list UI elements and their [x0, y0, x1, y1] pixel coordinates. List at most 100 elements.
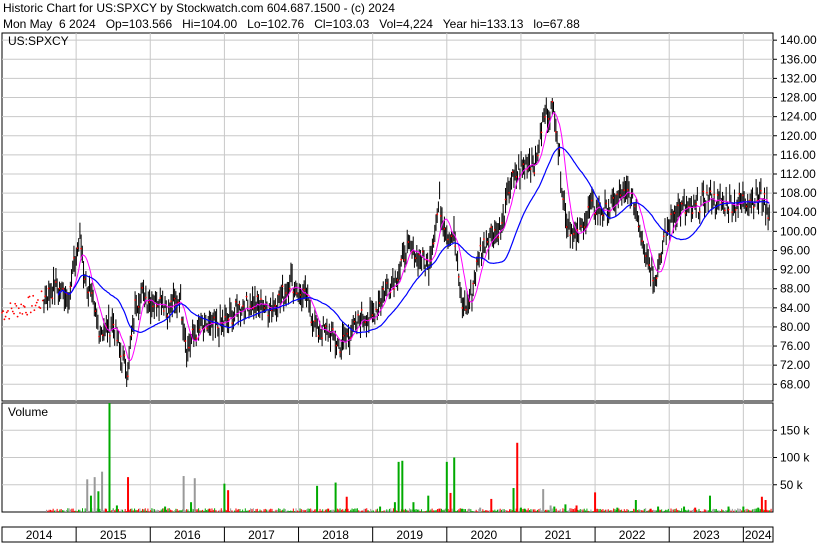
price-close-dot [393, 288, 395, 291]
price-close-dot [267, 314, 270, 317]
volume-bar-up [393, 502, 396, 512]
price-close-dot [296, 292, 298, 295]
price-point [41, 299, 44, 302]
volume-bar-up [379, 506, 382, 512]
price-close-dot [331, 328, 334, 330]
volume-bar-down [208, 508, 211, 512]
volume-bar-flat [549, 505, 552, 512]
volume-bar-flat [101, 471, 104, 512]
price-close-dot [565, 226, 568, 228]
price-close-dot [148, 301, 151, 304]
price-close-dot [292, 291, 295, 294]
volume-bar-down [575, 505, 578, 512]
price-close-dot [346, 332, 349, 335]
price-close-dot [731, 211, 734, 214]
volume-bar-up [190, 502, 193, 512]
volume-bar-up [564, 504, 567, 512]
volume-bar-up [460, 508, 463, 512]
price-point [5, 311, 8, 314]
price-close-dot [385, 282, 388, 284]
x-tick-label: 2014 [26, 528, 53, 542]
price-close-dot [238, 303, 241, 306]
price-close-dot [188, 346, 190, 349]
volume-bar-down [227, 490, 230, 512]
price-close-dot [767, 217, 769, 220]
price-close-dot [634, 205, 636, 208]
price-y-tick-label: 140.00 [780, 33, 817, 47]
price-close-dot [666, 230, 669, 233]
price-point [11, 310, 14, 313]
price-close-dot [184, 340, 187, 342]
price-close-dot [572, 233, 575, 235]
volume-bar-down [764, 500, 767, 512]
price-point [31, 305, 33, 307]
price-close-dot [439, 215, 442, 217]
chart-canvas: 2014 2015 2016 2017 2018 2019 2020 2021 2022 2023… [1, 32, 817, 543]
price-close-dot [490, 226, 493, 229]
price-close-dot [436, 213, 439, 216]
moving-average-layer [57, 111, 770, 362]
price-close-dot [569, 234, 572, 237]
price-close-dot [504, 198, 507, 201]
price-close-dot [443, 227, 446, 230]
price-close-dot [724, 209, 726, 212]
price-y-tick-label: 112.00 [780, 167, 816, 181]
price-y-tick-label: 80.00 [780, 320, 810, 334]
volume-bar-up [742, 506, 745, 512]
price-close-dot [314, 320, 316, 322]
price-close-dot [583, 226, 586, 228]
price-close-dot [242, 305, 244, 307]
price-close-dot [166, 315, 169, 317]
price-close-dot [637, 225, 640, 228]
price-close-dot [170, 300, 172, 303]
price-close-dot [612, 197, 615, 199]
price-close-dot [216, 326, 219, 329]
price-point [13, 312, 15, 315]
volume-bar-down [594, 492, 597, 512]
price-point [32, 294, 35, 297]
price-close-dot [400, 258, 403, 261]
price-close-dot [378, 302, 381, 304]
price-close-dot [623, 189, 626, 192]
price-y-tick-label: 76.00 [780, 339, 810, 353]
x-tick-label: 2016 [174, 528, 201, 542]
volume-bar-down [345, 496, 348, 512]
price-close-dot [605, 202, 608, 205]
price-close-dot [396, 279, 399, 281]
price-close-dot [684, 212, 687, 214]
price-y-tick-label: 68.00 [780, 377, 810, 391]
price-close-dot [69, 285, 72, 288]
price-close-dot [206, 327, 208, 330]
price-close-dot [339, 351, 341, 354]
price-close-dot [274, 304, 277, 307]
price-close-dot [180, 318, 183, 321]
price-close-dot [119, 355, 122, 358]
price-close-dot [590, 199, 593, 202]
price-point [3, 318, 6, 321]
volume-bar-down [490, 498, 493, 512]
price-close-dot [278, 293, 280, 296]
price-close-dot [224, 315, 226, 318]
price-close-dot [475, 260, 478, 263]
volume-bar-up [334, 482, 337, 512]
price-close-dot [364, 321, 367, 324]
price-close-dot [288, 287, 291, 290]
price-close-dot [501, 222, 503, 224]
price-close-dot [691, 212, 694, 215]
price-close-dot [101, 334, 104, 337]
price-close-dot [83, 278, 86, 281]
volume-bar-up [657, 506, 660, 512]
price-close-dot [698, 211, 701, 213]
price-close-dot [317, 335, 320, 337]
price-close-dot [734, 209, 737, 211]
price-close-dot [375, 308, 377, 311]
price-point [25, 311, 27, 314]
price-point [16, 315, 19, 318]
price-y-tick-label: 104.00 [780, 205, 817, 219]
price-close-dot [198, 328, 201, 331]
price-close-dot [706, 191, 708, 194]
x-tick-label: 2022 [619, 528, 646, 542]
x-tick-label: 2015 [100, 528, 127, 542]
price-close-dot [594, 212, 597, 215]
price-y-tick-label: 92.00 [780, 263, 810, 277]
